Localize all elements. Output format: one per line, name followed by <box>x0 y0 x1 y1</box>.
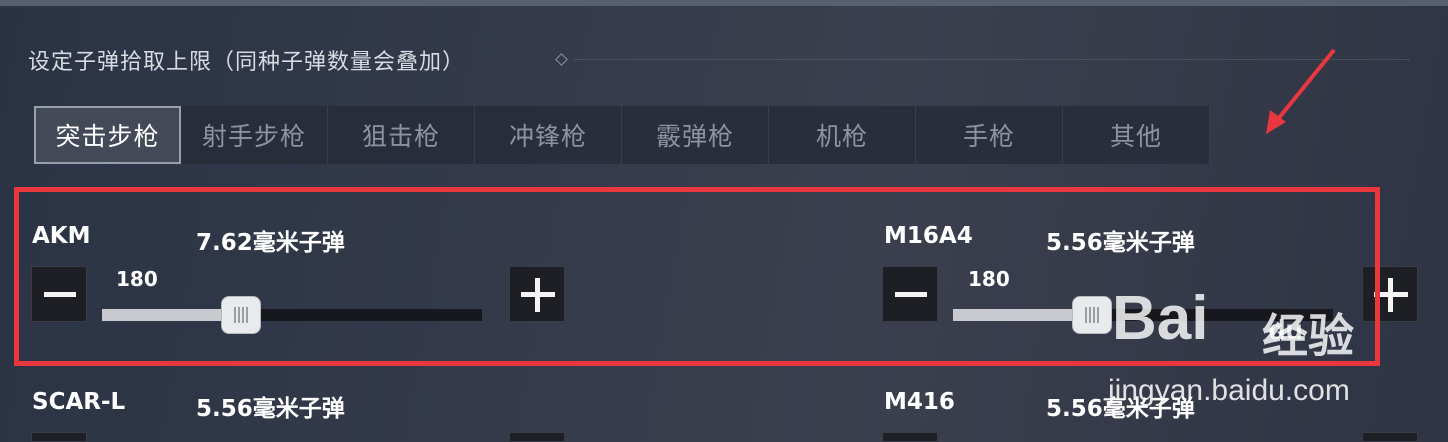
increase-button[interactable] <box>1362 432 1418 442</box>
weapon-category-tabs: 突击步枪 射手步枪 狙击枪 冲锋枪 霰弹枪 机枪 手枪 其他 <box>34 106 1210 164</box>
tab-smg[interactable]: 冲锋枪 <box>475 106 622 164</box>
tab-dmr[interactable]: 射手步枪 <box>181 106 328 164</box>
tab-other[interactable]: 其他 <box>1063 106 1210 164</box>
annotation-arrow-icon <box>1266 48 1336 134</box>
tab-pistol[interactable]: 手枪 <box>916 106 1063 164</box>
top-panel-edge <box>0 0 1448 6</box>
section-title: 设定子弹拾取上限（同种子弹数量会叠加） <box>28 49 466 74</box>
decrease-button[interactable] <box>31 432 87 442</box>
diamond-icon <box>555 53 568 66</box>
tab-sniper-rifle[interactable]: 狙击枪 <box>328 106 475 164</box>
increase-button[interactable] <box>509 432 565 442</box>
ammo-type-label: 5.56毫米子弹 <box>196 396 345 422</box>
tab-machine-gun[interactable]: 机枪 <box>769 106 916 164</box>
tab-shotgun[interactable]: 霰弹枪 <box>622 106 769 164</box>
tab-assault-rifle[interactable]: 突击步枪 <box>34 106 181 164</box>
weapon-name: M416 <box>884 389 955 415</box>
decrease-button[interactable] <box>882 432 938 442</box>
watermark-url: jingyan.baidu.com <box>1108 374 1350 407</box>
weapon-name: SCAR-L <box>32 389 126 415</box>
watermark-text: 经验 <box>1262 310 1354 362</box>
